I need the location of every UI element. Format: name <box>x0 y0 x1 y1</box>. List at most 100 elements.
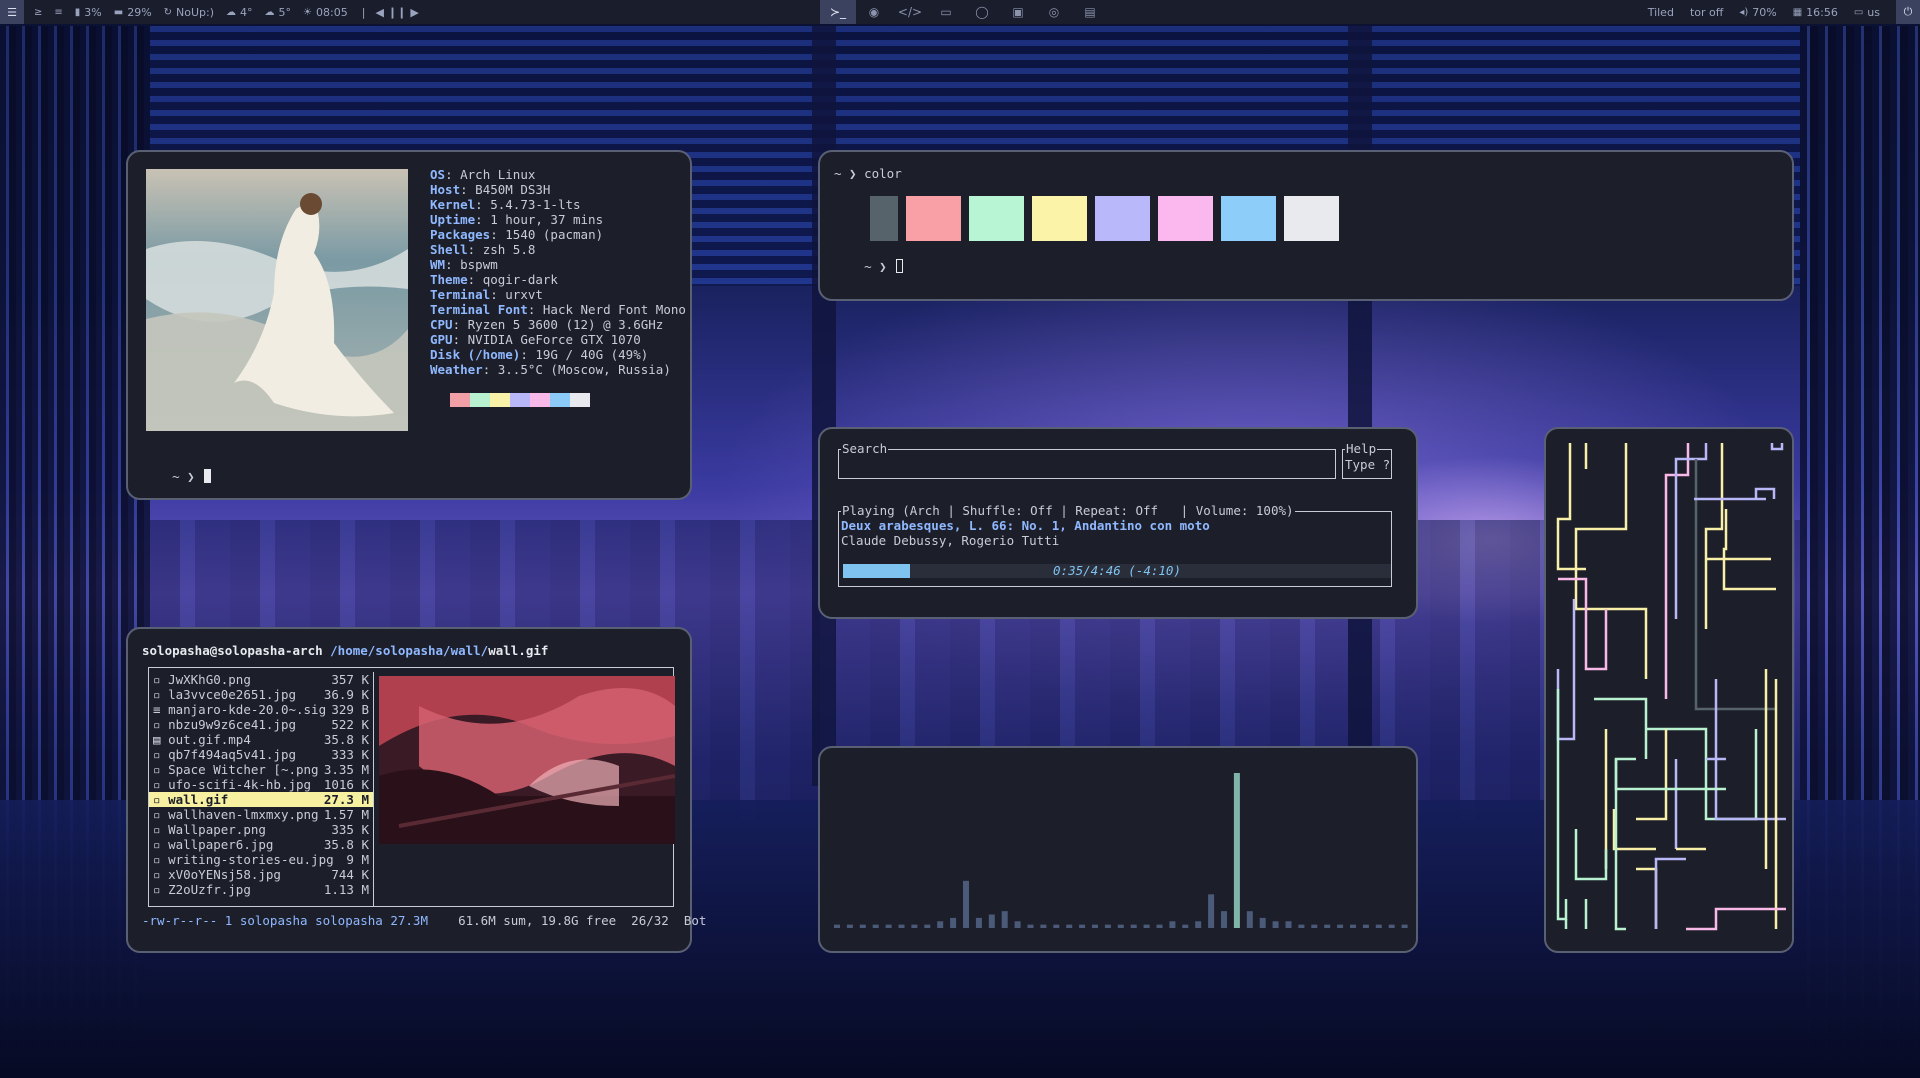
file-row[interactable]: ▫ Wallpaper.png 335 K <box>149 822 373 837</box>
module-value: 3% <box>84 5 102 19</box>
visualizer-bar <box>1246 911 1253 928</box>
module-value: 70% <box>1752 5 1777 19</box>
file-row[interactable]: ▫ JwXKhG0.png 357 K <box>149 672 373 687</box>
workspace-terminal-icon[interactable]: ≻_ <box>820 0 856 24</box>
bar-left-modules: ☰ ≥ ≡ ▮ 3% ▬ 29% ↻ NoUp:) ☁ 4° ☁ 5° ☀ 08:05 | ◀ ❙❙ ▶ <box>0 0 419 24</box>
previous-icon[interactable]: ◀ <box>375 6 383 19</box>
visualizer-bar <box>1079 924 1086 928</box>
info-value: urxvt <box>505 287 543 302</box>
file-row[interactable]: ▫ wallpaper6.jpg 35.8 K <box>149 837 373 852</box>
user-host: solopasha@solopasha-arch <box>142 643 323 658</box>
file-entry: ▫ wall.gif <box>153 792 228 807</box>
visualizer-bar <box>1259 917 1266 928</box>
info-key: Weather <box>430 362 483 377</box>
info-line: CPU: Ryzen 5 3600 (12) @ 3.6GHz <box>430 317 664 332</box>
menu-icon[interactable]: ☰ <box>0 0 24 24</box>
visualizer-bar <box>859 924 866 928</box>
visualizer-bar <box>1272 921 1279 928</box>
search-box[interactable]: Search <box>838 441 1336 479</box>
file-entry: ≡ manjaro-kde-20.0~.sig <box>153 702 326 717</box>
shell-prompt[interactable]: ~ ❯ <box>834 244 904 289</box>
music-player[interactable]: Search Help Type ? Playing (Arch | Shuff… <box>818 427 1418 619</box>
file-size: 1.57 M <box>323 807 369 822</box>
file-row[interactable]: ▫ writing-stories-eu.jpg 9 M <box>149 852 373 867</box>
track-time: 0:35/4:46 (-4:10) <box>1053 563 1181 578</box>
next-icon[interactable]: ▶ <box>410 6 418 19</box>
current-path: /home/solopasha/wall/ <box>330 643 489 658</box>
workspace-chat-icon[interactable]: ◯ <box>964 0 1000 24</box>
shell-prompt[interactable]: ~ ❯ <box>142 454 212 499</box>
workspace-eye-icon[interactable]: ◎ <box>1036 0 1072 24</box>
visualizer-bar <box>1169 921 1176 928</box>
workspace-image-icon[interactable]: ▣ <box>1000 0 1036 24</box>
battery-module[interactable]: ▮ 3% <box>75 6 102 19</box>
file-row[interactable]: ▫ wallhaven-lmxmxy.png 1.57 M <box>149 807 373 822</box>
video-file-icon: ▤ <box>153 732 161 747</box>
file-row[interactable]: ▫ ufo-scifi-4k-hb.jpg 1016 K <box>149 777 373 792</box>
workspace-files-icon[interactable]: ▭ <box>928 0 964 24</box>
memory-module[interactable]: ▬ 29% <box>114 6 152 19</box>
progress-bar[interactable]: 0:35/4:46 (-4:10) <box>843 564 1391 578</box>
file-row[interactable]: ▫ qb7f494aq5v41.jpg 333 K <box>149 747 373 762</box>
file-row[interactable]: ≡ manjaro-kde-20.0~.sig 329 B <box>149 702 373 717</box>
file-size: 35.8 K <box>323 732 369 747</box>
help-box[interactable]: Help Type ? <box>1342 441 1392 479</box>
image-file-icon: ▫ <box>153 867 161 882</box>
pause-icon[interactable]: ❙❙ <box>388 6 406 19</box>
info-line: Disk (/home): 19G / 40G (49%) <box>430 347 649 362</box>
file-name: writing-stories-eu.jpg <box>168 852 334 867</box>
right-module[interactable]: Tiled <box>1648 6 1674 19</box>
cloud-module[interactable]: ☁ 5° <box>265 6 292 19</box>
info-line: Host: B450M DS3H <box>430 182 551 197</box>
info-value: bspwm <box>460 257 498 272</box>
color-swatches <box>834 196 1339 241</box>
file-size: 333 K <box>331 747 369 762</box>
bar-right-modules: Tiled tor off ◂) 70% ▦ 16:56 ▭ us ⏻ <box>1648 0 1920 24</box>
module-value: NoUp:) <box>176 5 215 19</box>
workspace-code-icon[interactable]: </> <box>892 0 928 24</box>
right-module[interactable]: ◂) 70% <box>1739 6 1776 19</box>
sun-module[interactable]: ☀ 08:05 <box>303 6 348 19</box>
visualizer-bar <box>1182 924 1189 928</box>
audio-visualizer <box>818 746 1418 953</box>
info-line: OS: Arch Linux <box>430 167 536 182</box>
right-module[interactable]: tor off <box>1690 6 1723 19</box>
file-row[interactable]: ▫ nbzu9w9z6ce41.jpg 522 K <box>149 717 373 732</box>
text-file-icon: ≡ <box>153 702 161 717</box>
info-value: Arch Linux <box>460 167 536 182</box>
ranger-file-manager[interactable]: solopasha@solopasha-arch /home/solopasha… <box>126 627 706 953</box>
file-row[interactable]: ▫ Space Witcher [~.png 3.35 M <box>149 762 373 777</box>
visualizer-bar <box>937 921 944 928</box>
file-row[interactable]: ▫ wall.gif 27.3 M <box>149 792 373 807</box>
neofetch-terminal[interactable]: OS: Arch Linux Host: B450M DS3H Kernel: 5.… <box>126 150 692 500</box>
right-module[interactable]: ▭ us <box>1854 6 1880 19</box>
visualizer-bar <box>1104 924 1111 928</box>
file-row[interactable]: ▤ out.gif.mp4 35.8 K <box>149 732 373 747</box>
visualizer-bar <box>1298 924 1305 928</box>
file-size: 36.9 K <box>323 687 369 702</box>
workspace-media-icon[interactable]: ▤ <box>1072 0 1108 24</box>
file-row[interactable]: ▫ Z2oUzfr.jpg 1.13 M <box>149 882 373 897</box>
file-entry: ▫ writing-stories-eu.jpg <box>153 852 334 867</box>
updates-module[interactable]: ↻ NoUp:) <box>164 6 214 19</box>
text-cursor <box>896 259 904 273</box>
terminal-module[interactable]: ≥ <box>34 7 42 18</box>
power-icon[interactable]: ⏻ <box>1896 0 1920 24</box>
visualizer-bar <box>1117 924 1124 928</box>
color-terminal[interactable]: ~ ❯ color ~ ❯ <box>818 150 1794 301</box>
right-module[interactable]: ▦ 16:56 <box>1793 6 1838 19</box>
cloud-module[interactable]: ☁ 4° <box>226 6 253 19</box>
visualizer-bar <box>898 924 905 928</box>
visualizer-bar <box>1001 911 1008 928</box>
palette-swatch <box>490 393 510 407</box>
file-row[interactable]: ▫ la3vvce0e2651.jpg 36.9 K <box>149 687 373 702</box>
visualizer-bar <box>950 917 957 928</box>
image-file-icon: ▫ <box>153 792 161 807</box>
battery-icon: ▮ <box>74 6 81 18</box>
image-file-icon: ▫ <box>153 747 161 762</box>
sun-icon: ☀ <box>303 6 313 18</box>
file-row[interactable]: ▫ xV0oYENsj58.jpg 744 K <box>149 867 373 882</box>
now-playing-box: Playing (Arch | Shuffle: Off | Repeat: O… <box>838 503 1392 587</box>
workspace-browser-icon[interactable]: ◉ <box>856 0 892 24</box>
rss-module[interactable]: ≡ <box>54 7 62 18</box>
